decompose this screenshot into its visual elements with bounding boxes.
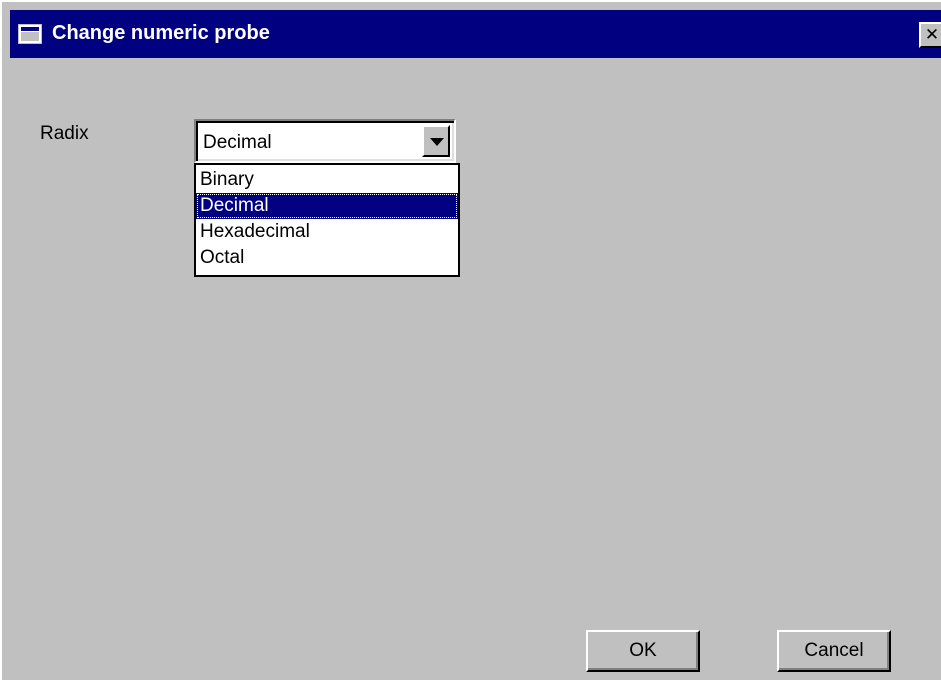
chevron-down-icon xyxy=(430,138,444,146)
dropdown-button[interactable] xyxy=(422,125,450,157)
radix-option-decimal[interactable]: Decimal xyxy=(196,193,458,219)
radix-option-hexadecimal[interactable]: Hexadecimal xyxy=(196,219,458,245)
radix-selected-value: Decimal xyxy=(203,132,272,153)
ok-button[interactable]: OK xyxy=(586,630,700,672)
window-icon xyxy=(18,24,42,44)
radix-dropdown-list[interactable]: Binary Decimal Hexadecimal Octal xyxy=(194,163,460,277)
title-bar[interactable]: Change numeric probe ✕ xyxy=(10,10,941,58)
radix-option-octal[interactable]: Octal xyxy=(196,245,458,271)
radix-select[interactable]: Decimal xyxy=(194,119,456,163)
cancel-button[interactable]: Cancel xyxy=(777,630,891,672)
change-numeric-probe-dialog: Change numeric probe ✕ Radix Decimal Bin… xyxy=(0,0,941,680)
radix-option-binary[interactable]: Binary xyxy=(196,167,458,193)
close-icon[interactable]: ✕ xyxy=(919,22,941,48)
radix-label: Radix xyxy=(40,123,89,144)
window-title: Change numeric probe xyxy=(52,22,270,44)
